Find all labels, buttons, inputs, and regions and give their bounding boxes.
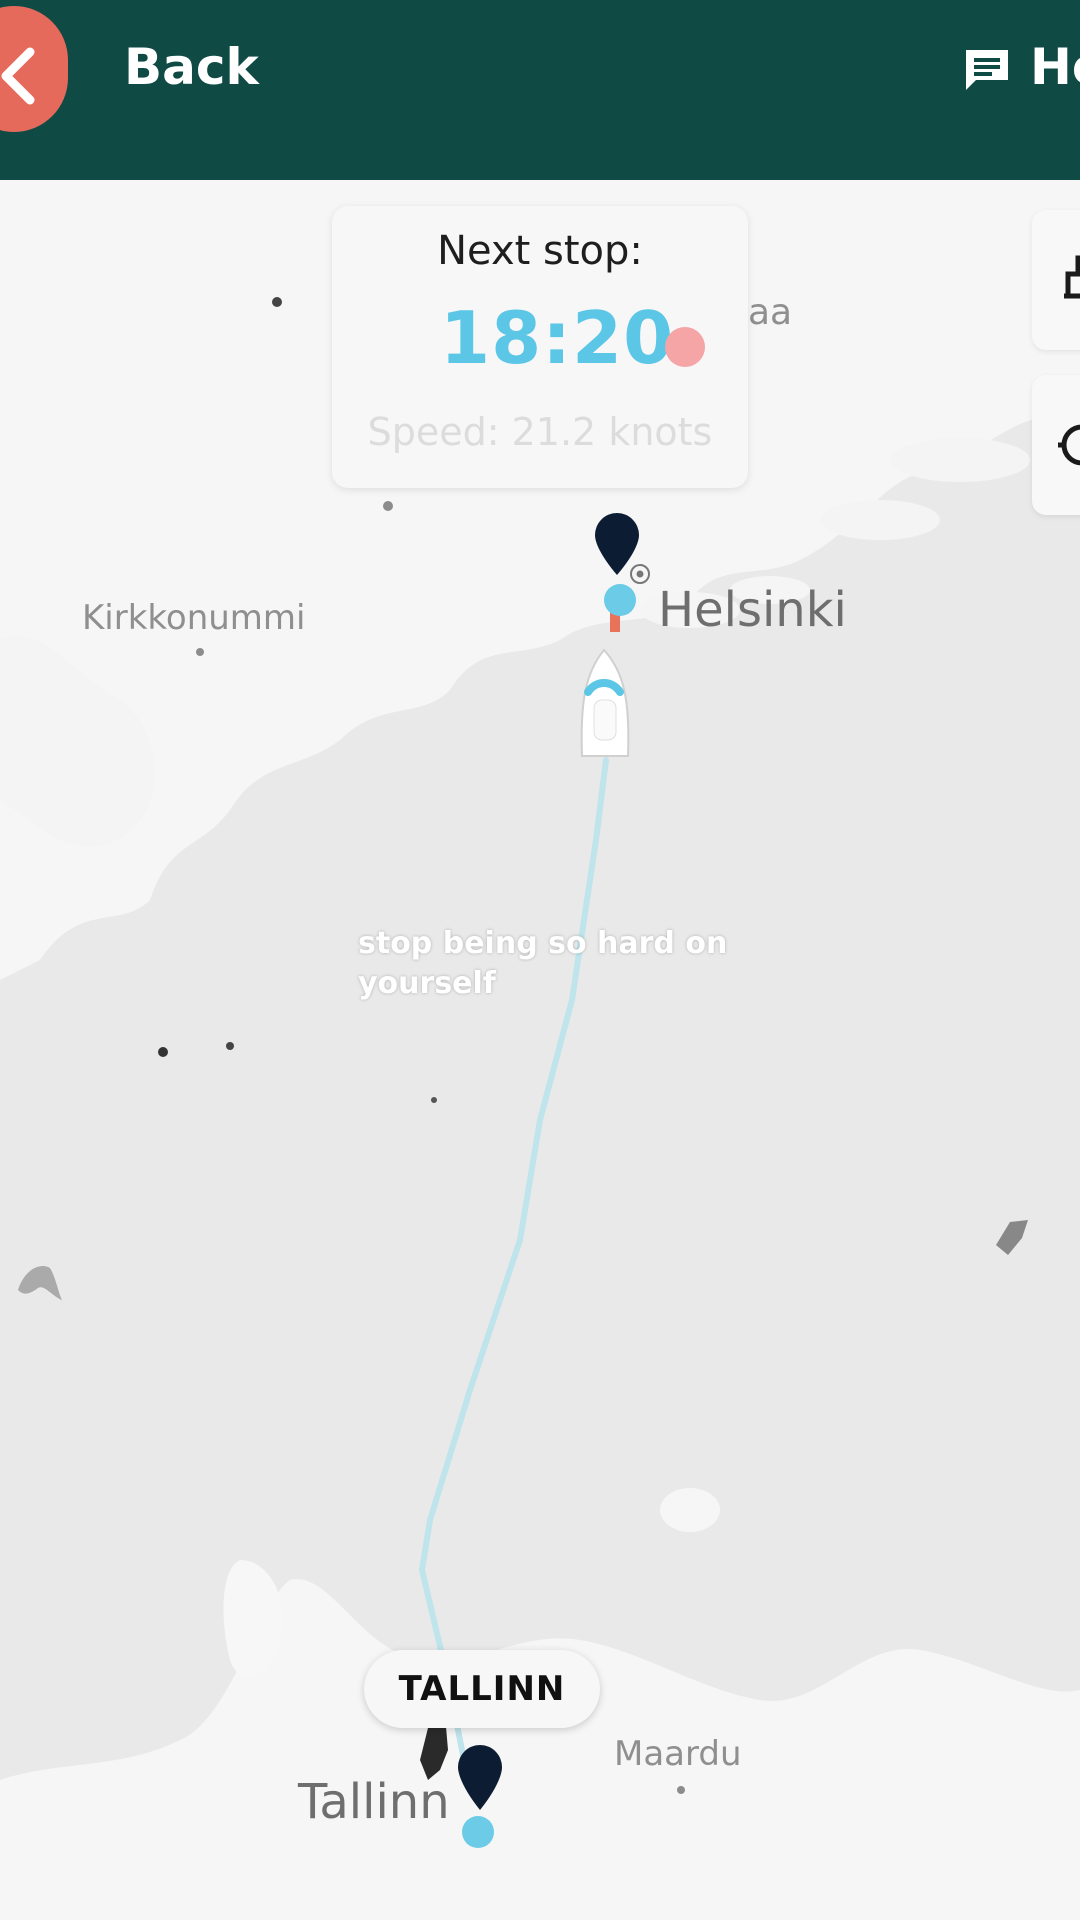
top-bar: Back He: [0, 0, 1080, 180]
place-label-tallinn: Tallinn: [298, 1774, 450, 1830]
place-label-kirkkonummi: Kirkkonummi: [82, 598, 306, 638]
locate-button[interactable]: [1032, 375, 1080, 515]
help-label[interactable]: He: [1030, 38, 1080, 96]
next-stop-card: Next stop: 18:20 Speed: 21.2 knots: [332, 206, 748, 488]
ship-layer-icon: [1064, 255, 1080, 299]
locate-icon: [1058, 424, 1080, 466]
map-layer-button[interactable]: [1032, 210, 1080, 350]
place-label-helsinki: Helsinki: [658, 582, 847, 638]
back-button[interactable]: [0, 6, 68, 132]
helsinki-port-dot: [604, 584, 636, 616]
overlay-caption: stop being so hard on yourself: [358, 926, 728, 1001]
status-dot: [665, 327, 705, 367]
chat-bubble-icon[interactable]: [962, 46, 1012, 94]
chevron-left-icon: [1, 47, 35, 105]
next-stop-time: 18:20: [440, 296, 675, 380]
place-label-maardu: Maardu: [614, 1734, 742, 1774]
speed-readout: Speed: 21.2 knots: [367, 410, 713, 454]
place-label-partial: aa: [748, 292, 793, 333]
back-label[interactable]: Back: [124, 38, 259, 96]
tallinn-port-dot: [462, 1816, 494, 1848]
destination-chip[interactable]: TALLINN: [364, 1650, 600, 1728]
next-stop-title: Next stop:: [437, 228, 643, 274]
